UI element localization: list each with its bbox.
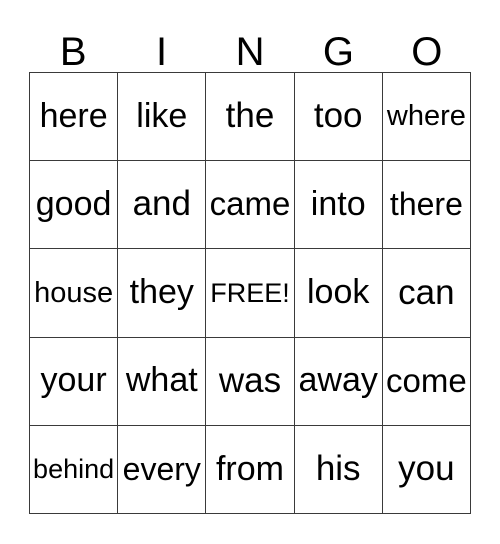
bingo-header-letter: N: [235, 30, 265, 74]
bingo-card: B I N G O here like the too where good a…: [0, 0, 500, 544]
bingo-cell-label: the: [225, 96, 275, 136]
bingo-header-row: B I N G O: [29, 22, 471, 72]
bingo-cell-label: away: [298, 361, 378, 400]
bingo-cell-label: come: [386, 361, 467, 399]
bingo-cell[interactable]: came: [206, 161, 295, 250]
bingo-cell[interactable]: you: [382, 425, 471, 514]
bingo-cell[interactable]: away: [294, 337, 383, 426]
bingo-cell-label: and: [132, 184, 191, 224]
bingo-cell-label: his: [315, 449, 361, 489]
bingo-cell[interactable]: they: [118, 249, 207, 338]
bingo-grid: here like the too where good and came in…: [29, 72, 471, 514]
bingo-cell[interactable]: come: [382, 337, 471, 426]
bingo-header-letter: I: [156, 30, 168, 74]
bingo-cell[interactable]: good: [30, 161, 119, 250]
bingo-cell[interactable]: into: [294, 161, 383, 250]
bingo-cell-label: your: [40, 361, 107, 400]
bingo-cell[interactable]: what: [118, 337, 207, 426]
bingo-header-letter: B: [59, 30, 87, 74]
bingo-cell[interactable]: from: [206, 425, 295, 514]
bingo-cell[interactable]: here: [30, 73, 119, 162]
bingo-cell[interactable]: every: [118, 425, 207, 514]
bingo-header-cell-b: B: [29, 22, 117, 72]
bingo-cell[interactable]: your: [30, 337, 119, 426]
bingo-cell-label: look: [307, 273, 370, 312]
bingo-cell-label: came: [209, 185, 291, 223]
bingo-cell-label: too: [313, 96, 363, 136]
bingo-cell-label: from: [215, 449, 284, 488]
bingo-cell-label: can: [398, 272, 455, 312]
bingo-cell[interactable]: look: [294, 249, 383, 338]
bingo-cell-label: you: [398, 449, 455, 489]
bingo-cell-label: here: [39, 96, 108, 135]
bingo-cell-label: behind: [33, 454, 115, 485]
bingo-cell[interactable]: can: [382, 249, 471, 338]
bingo-cell-label: every: [122, 450, 201, 487]
bingo-cell-label: into: [310, 184, 366, 223]
bingo-cell-label: they: [129, 273, 194, 312]
bingo-header-letter: O: [411, 30, 443, 74]
bingo-cell-label: there: [389, 185, 463, 222]
bingo-cell[interactable]: and: [118, 161, 207, 250]
bingo-cell[interactable]: there: [382, 161, 471, 250]
bingo-cell-free[interactable]: FREE!: [206, 249, 295, 338]
bingo-cell-label: house: [34, 276, 114, 309]
bingo-cell-label: where: [386, 100, 466, 133]
bingo-cell[interactable]: too: [294, 73, 383, 162]
bingo-header-cell-i: I: [117, 22, 205, 72]
bingo-cell[interactable]: where: [382, 73, 471, 162]
bingo-cell[interactable]: was: [206, 337, 295, 426]
bingo-free-label: FREE!: [210, 277, 290, 308]
bingo-header-cell-n: N: [206, 22, 294, 72]
bingo-header-cell-o: O: [383, 22, 471, 72]
bingo-cell[interactable]: his: [294, 425, 383, 514]
bingo-cell[interactable]: the: [206, 73, 295, 162]
bingo-header-letter: G: [322, 30, 354, 74]
bingo-header-cell-g: G: [294, 22, 382, 72]
bingo-cell[interactable]: house: [30, 249, 119, 338]
bingo-cell-label: what: [125, 361, 198, 400]
bingo-cell-label: was: [218, 360, 282, 400]
bingo-cell-label: like: [136, 96, 188, 135]
bingo-cell[interactable]: like: [118, 73, 207, 162]
bingo-cell[interactable]: behind: [30, 425, 119, 514]
bingo-cell-label: good: [35, 184, 112, 223]
